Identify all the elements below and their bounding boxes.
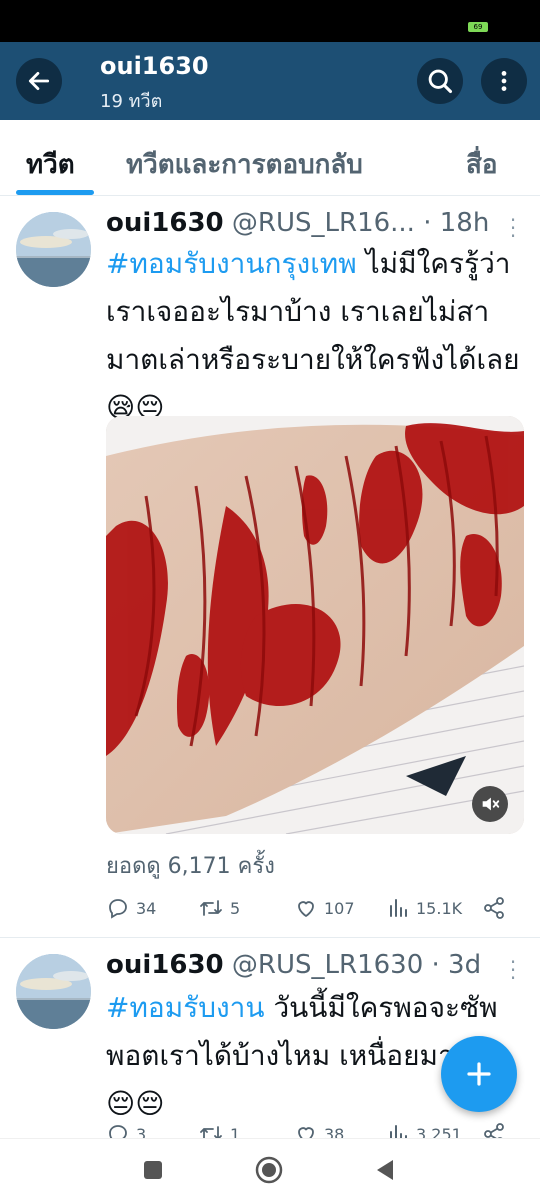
like-count: 38 xyxy=(324,1124,345,1139)
battery-icon: 69 xyxy=(468,22,488,32)
tweet-count: 19 ทวีต xyxy=(100,91,163,112)
reply-icon xyxy=(109,1125,127,1138)
tweet-actions: 34 5 107 15.1K xyxy=(106,896,524,926)
view-count-line: ยอดดู 6,171 ครั้ง xyxy=(106,854,275,879)
retweet-count: 1 xyxy=(230,1124,241,1139)
reply-button[interactable]: 34 xyxy=(106,896,156,920)
avatar[interactable] xyxy=(16,954,91,1029)
reply-button[interactable]: 3 xyxy=(106,1122,146,1138)
active-tab-indicator xyxy=(16,190,94,195)
mute-button[interactable] xyxy=(472,786,508,822)
hashtag-link[interactable]: #ทอมรับงานกรุงเทพ xyxy=(106,247,357,280)
tweet-time[interactable]: 3d xyxy=(448,950,481,980)
triangle-back-icon xyxy=(377,1160,393,1180)
sensitive-media-image xyxy=(106,416,524,834)
back-button[interactable] xyxy=(16,58,62,104)
tab-tweets[interactable]: ทวีต xyxy=(26,144,75,185)
square-icon xyxy=(144,1161,162,1179)
retweet-count: 5 xyxy=(230,898,241,918)
tweet-header: oui1630 @RUS_LR16... · 18h xyxy=(106,208,489,238)
profile-tabs: ทวีต ทวีตและการตอบกลับ สื่อ xyxy=(0,120,540,196)
tweet[interactable]: oui1630 @RUS_LR16... · 18h · · · #ทอมรับงา… xyxy=(0,196,540,938)
system-back-button[interactable] xyxy=(370,1155,400,1185)
status-bar: 69 xyxy=(0,0,540,42)
like-button[interactable]: 38 xyxy=(294,1122,344,1138)
tab-tweets-and-replies[interactable]: ทวีตและการตอบกลับ xyxy=(126,144,363,185)
retweet-icon xyxy=(200,1126,222,1138)
home-button[interactable] xyxy=(254,1155,284,1185)
reply-icon xyxy=(109,899,127,919)
avatar[interactable] xyxy=(16,212,91,287)
search-icon xyxy=(428,69,453,94)
tweet-text: #ทอมรับงานกรุงเทพ ไม่มีใครรู้ว่าเราเจออะ… xyxy=(106,240,524,432)
share-icon xyxy=(484,1123,504,1138)
retweet-button[interactable]: 1 xyxy=(198,1122,240,1138)
volume-muted-icon xyxy=(482,797,500,811)
analytics-button[interactable]: 15.1K xyxy=(388,896,462,920)
recent-apps-button[interactable] xyxy=(138,1155,168,1185)
retweet-button[interactable]: 5 xyxy=(198,896,240,920)
author-handle[interactable]: @RUS_LR1630 xyxy=(232,950,423,980)
sea-horizon-icon xyxy=(16,954,91,1029)
profile-header: oui1630 19 ทวีต xyxy=(0,42,540,120)
like-button[interactable]: 107 xyxy=(294,896,355,920)
tweet-menu-icon[interactable]: · · · xyxy=(508,210,518,246)
compose-tweet-button[interactable] xyxy=(441,1036,517,1112)
search-button[interactable] xyxy=(417,58,463,104)
bar-chart-icon xyxy=(390,899,407,917)
bar-chart-icon xyxy=(390,1125,407,1138)
hashtag-link[interactable]: #ทอมรับงาน xyxy=(106,991,265,1024)
tweet-menu-icon[interactable]: · · · xyxy=(508,952,518,988)
more-options-button[interactable] xyxy=(481,58,527,104)
author-name[interactable]: oui1630 xyxy=(106,950,224,980)
tweet[interactable]: oui1630 @RUS_LR1630 · 3d · · · #ทอมรับงาน … xyxy=(0,938,540,1138)
sea-horizon-icon xyxy=(16,212,91,287)
reply-count: 3 xyxy=(136,1124,147,1139)
share-icon xyxy=(484,897,504,919)
share-button[interactable] xyxy=(482,896,506,920)
like-count: 107 xyxy=(324,898,355,918)
profile-name: oui1630 xyxy=(100,52,209,80)
share-button[interactable] xyxy=(482,1122,506,1138)
analytics-button[interactable]: 3,251 xyxy=(388,1122,462,1138)
system-nav-bar xyxy=(0,1138,540,1200)
separator-dot: · xyxy=(423,208,432,238)
circle-icon xyxy=(255,1156,283,1184)
author-handle[interactable]: @RUS_LR16... xyxy=(232,208,415,238)
view-count: 3,251 xyxy=(416,1124,462,1139)
retweet-icon xyxy=(200,900,222,916)
separator-dot: · xyxy=(431,950,440,980)
view-count: 15.1K xyxy=(416,898,463,918)
tweet-media[interactable] xyxy=(106,416,524,834)
arrow-left-icon xyxy=(28,72,50,90)
tweet-actions: 3 1 38 3,251 xyxy=(106,1122,524,1138)
more-vertical-icon xyxy=(501,71,507,91)
reply-count: 34 xyxy=(136,898,157,918)
tweet-header: oui1630 @RUS_LR1630 · 3d xyxy=(106,950,481,980)
tweet-time[interactable]: 18h xyxy=(440,208,490,238)
author-name[interactable]: oui1630 xyxy=(106,208,224,238)
tab-media[interactable]: สื่อ xyxy=(466,144,497,185)
heart-icon xyxy=(298,1127,314,1138)
plus-icon xyxy=(467,1062,491,1086)
heart-icon xyxy=(298,901,314,917)
